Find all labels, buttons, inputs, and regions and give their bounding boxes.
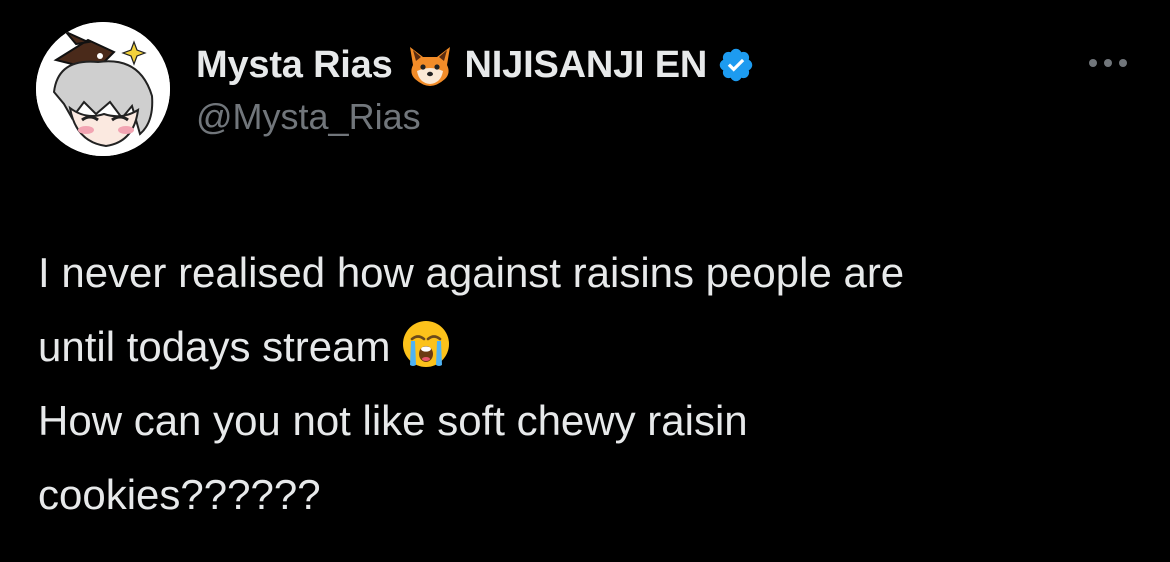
avatar-image: [36, 22, 170, 156]
loudly-crying-face-icon: [402, 321, 449, 367]
tweet-text: I never realised how against raisins peo…: [38, 236, 1138, 532]
display-name-suffix[interactable]: NIJISANJI EN: [465, 44, 708, 87]
more-options-button[interactable]: [1084, 48, 1132, 78]
fox-icon: [409, 47, 450, 86]
author-name-row[interactable]: Mysta Rias NIJISANJI EN: [196, 40, 755, 90]
verified-badge-icon[interactable]: [717, 46, 755, 84]
author-handle[interactable]: @Mysta_Rias: [196, 96, 421, 138]
tweet-line-2: until todays stream: [38, 310, 1138, 384]
tweet-line-4: cookies??????: [38, 471, 321, 518]
avatar[interactable]: [36, 22, 170, 156]
tweet-line-1: I never realised how against raisins peo…: [38, 249, 905, 296]
more-icon: [1089, 59, 1127, 67]
display-name[interactable]: Mysta Rias: [196, 44, 393, 87]
tweet-line-2-text: until todays stream: [38, 323, 391, 370]
tweet: Mysta Rias NIJISANJI EN @Mysta_Rias I ne…: [0, 0, 1170, 562]
tweet-line-3: How can you not like soft chewy raisin: [38, 397, 748, 444]
